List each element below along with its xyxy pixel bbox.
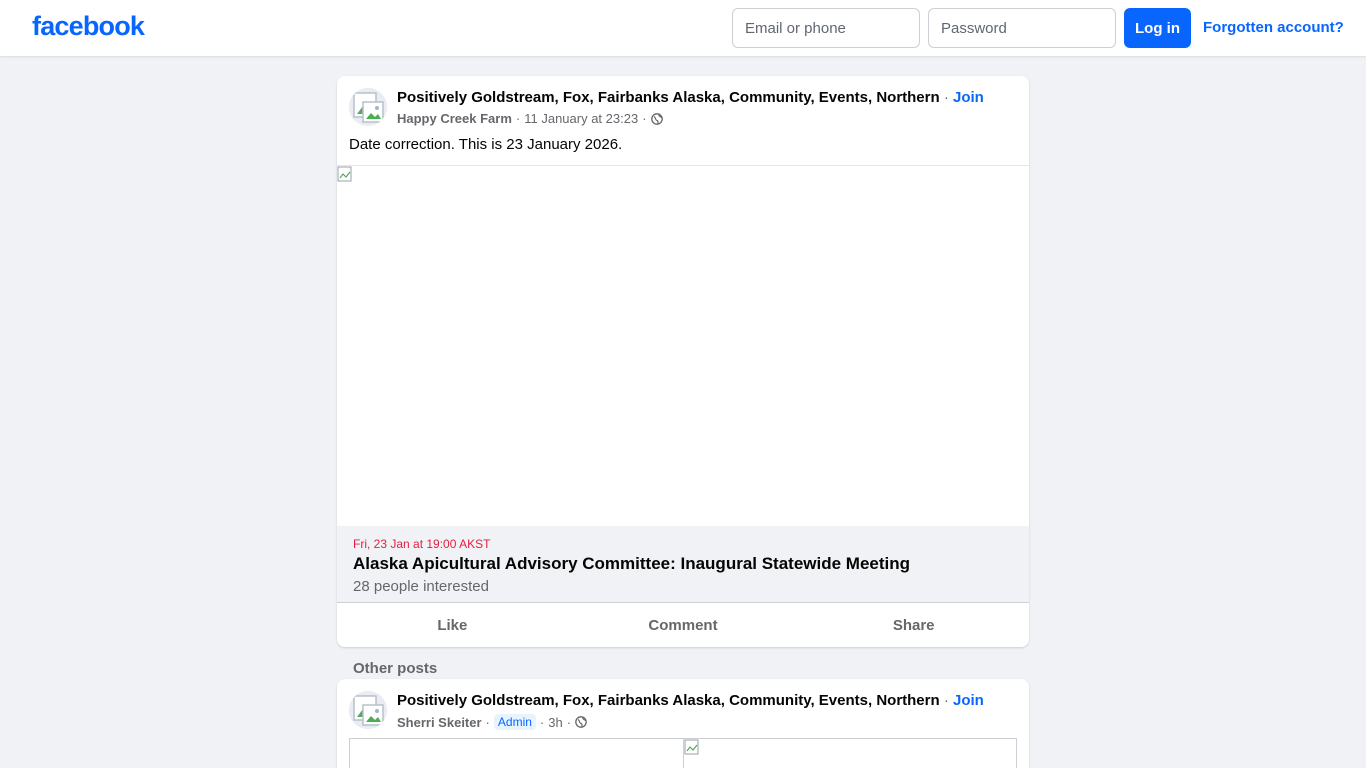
other-posts-heading: Other posts — [353, 660, 438, 677]
post-card: Positively Goldstream, Fox, Fairbanks Al… — [337, 76, 1029, 647]
timestamp-link[interactable]: 3h — [548, 715, 562, 730]
event-date: Fri, 23 Jan at 19:00 AKST — [353, 537, 491, 551]
like-button[interactable]: Like — [337, 604, 568, 647]
broken-image-icon — [337, 166, 352, 182]
separator: · — [943, 89, 949, 106]
meta-separator: · — [566, 714, 572, 730]
author-link[interactable]: Sherri Skeiter — [397, 715, 482, 730]
photo-grid — [349, 738, 1017, 768]
timestamp-link[interactable]: 11 January at 23:23 — [524, 111, 638, 126]
post-meta: Happy Creek Farm · 11 January at 23:23 · — [397, 111, 663, 126]
post-text: Date correction. This is 23 January 2026… — [349, 136, 623, 153]
author-link[interactable]: Happy Creek Farm — [397, 111, 512, 126]
password-field[interactable] — [928, 8, 1116, 48]
login-button[interactable]: Log in — [1124, 8, 1191, 48]
event-info[interactable]: Fri, 23 Jan at 19:00 AKST Alaska Apicult… — [337, 526, 1029, 603]
post-photo[interactable] — [349, 738, 684, 768]
admin-badge: Admin — [493, 714, 536, 730]
globe-icon — [575, 716, 587, 728]
event-cover-image[interactable] — [337, 165, 1029, 526]
top-bar: facebook Log in Forgotten account? — [0, 0, 1366, 56]
globe-icon — [650, 112, 663, 125]
meta-separator: · — [642, 111, 647, 126]
group-name-link[interactable]: Positively Goldstream, Fox, Fairbanks Al… — [397, 89, 940, 106]
group-avatar[interactable] — [349, 88, 387, 126]
post-actions: Like Comment Share — [337, 604, 1029, 647]
meta-separator: · — [539, 714, 545, 730]
facebook-logo[interactable]: facebook — [32, 11, 145, 42]
avatar-placeholder-icon — [349, 691, 387, 729]
separator: · — [943, 692, 949, 709]
email-field[interactable] — [732, 8, 920, 48]
group-avatar[interactable] — [349, 691, 387, 729]
post-meta: Sherri Skeiter · Admin · 3h · — [397, 714, 587, 730]
meta-separator: · — [515, 111, 521, 126]
avatar-placeholder-icon — [349, 88, 387, 126]
post-header-line: Positively Goldstream, Fox, Fairbanks Al… — [397, 89, 984, 106]
event-title[interactable]: Alaska Apicultural Advisory Committee: I… — [353, 554, 910, 574]
comment-button[interactable]: Comment — [568, 604, 799, 647]
share-button[interactable]: Share — [798, 604, 1029, 647]
forgotten-account-link[interactable]: Forgotten account? — [1203, 19, 1344, 36]
meta-separator: · — [485, 714, 490, 730]
group-name-link[interactable]: Positively Goldstream, Fox, Fairbanks Al… — [397, 692, 940, 709]
join-link[interactable]: Join — [953, 89, 984, 106]
post-header-line: Positively Goldstream, Fox, Fairbanks Al… — [397, 692, 984, 709]
join-link[interactable]: Join — [953, 692, 984, 709]
post-card: Positively Goldstream, Fox, Fairbanks Al… — [337, 679, 1029, 768]
event-interest-count: 28 people interested — [353, 578, 489, 595]
broken-image-icon — [684, 739, 698, 755]
post-photo[interactable] — [683, 738, 1017, 768]
